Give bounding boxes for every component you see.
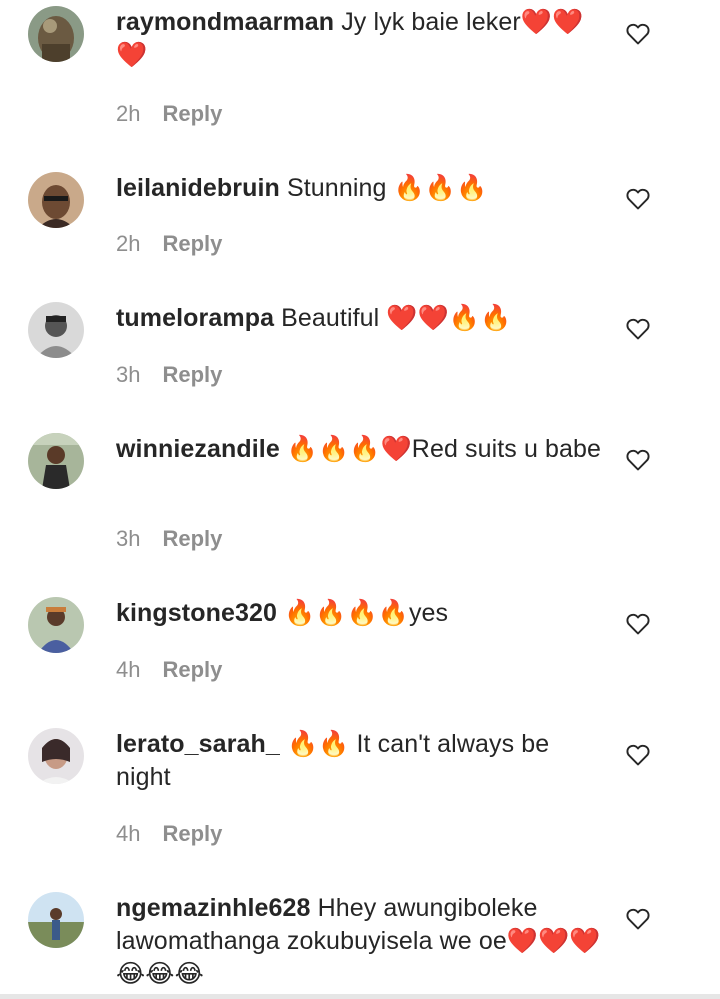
comment-text: 🔥🔥🔥🔥yes <box>284 599 449 627</box>
reply-button[interactable]: Reply <box>162 526 222 551</box>
heart-outline-icon[interactable] <box>626 449 650 471</box>
heart-outline-icon[interactable] <box>626 908 650 930</box>
comment-meta: 2h Reply <box>116 101 222 127</box>
comment-time: 3h <box>116 362 141 387</box>
reply-button[interactable]: Reply <box>162 101 222 126</box>
comment-meta: 3h Reply <box>116 526 222 552</box>
comment-username[interactable]: winniezandile <box>116 435 280 463</box>
avatar[interactable] <box>28 728 84 784</box>
comment-meta: 3h Reply <box>116 362 222 388</box>
comment-body: leilanidebruin Stunning 🔥🔥🔥 <box>116 172 606 205</box>
heart-outline-icon[interactable] <box>626 23 650 45</box>
comment-body: ngemazinhle628 Hhey awungiboleke lawomat… <box>116 892 606 991</box>
comment-meta: 4h Reply <box>116 657 222 683</box>
comment-time: 2h <box>116 231 141 256</box>
comment-text: Beautiful ❤️❤️🔥🔥 <box>281 304 512 332</box>
comment-time: 3h <box>116 526 141 551</box>
comment-time: 4h <box>116 657 141 682</box>
reply-button[interactable]: Reply <box>162 231 222 256</box>
comment-body: kingstone320 🔥🔥🔥🔥yes <box>116 597 606 630</box>
comment-time: 2h <box>116 101 141 126</box>
comment-username[interactable]: kingstone320 <box>116 599 277 627</box>
avatar[interactable] <box>28 597 84 653</box>
reply-button[interactable]: Reply <box>162 657 222 682</box>
heart-outline-icon[interactable] <box>626 188 650 210</box>
comment-body: tumelorampa Beautiful ❤️❤️🔥🔥 <box>116 302 606 335</box>
avatar[interactable] <box>28 6 84 62</box>
avatar[interactable] <box>28 172 84 228</box>
comment-meta: 2h Reply <box>116 231 222 257</box>
heart-outline-icon[interactable] <box>626 744 650 766</box>
comment-username[interactable]: lerato_sarah_ <box>116 730 280 758</box>
comment-username[interactable]: tumelorampa <box>116 304 274 332</box>
comment-username[interactable]: leilanidebruin <box>116 174 280 202</box>
heart-outline-icon[interactable] <box>626 613 650 635</box>
comment-body: raymondmaarman Jy lyk baie leker❤️❤️❤️ <box>116 6 606 72</box>
reply-button[interactable]: Reply <box>162 362 222 387</box>
comment-body: winniezandile 🔥🔥🔥❤️Red suits u babe <box>116 433 606 466</box>
avatar[interactable] <box>28 302 84 358</box>
comment-body: lerato_sarah_ 🔥🔥 It can't always be nigh… <box>116 728 606 794</box>
comment-username[interactable]: raymondmaarman <box>116 8 334 36</box>
reply-button[interactable]: Reply <box>162 821 222 846</box>
comment-text: Stunning 🔥🔥🔥 <box>286 174 488 202</box>
comment-meta: 4h Reply <box>116 821 222 847</box>
comment-text: 🔥🔥🔥❤️Red suits u babe <box>286 435 602 463</box>
bottom-divider <box>0 994 720 999</box>
comment-username[interactable]: ngemazinhle628 <box>116 894 311 922</box>
avatar[interactable] <box>28 892 84 948</box>
avatar[interactable] <box>28 433 84 489</box>
heart-outline-icon[interactable] <box>626 318 650 340</box>
comment-time: 4h <box>116 821 141 846</box>
